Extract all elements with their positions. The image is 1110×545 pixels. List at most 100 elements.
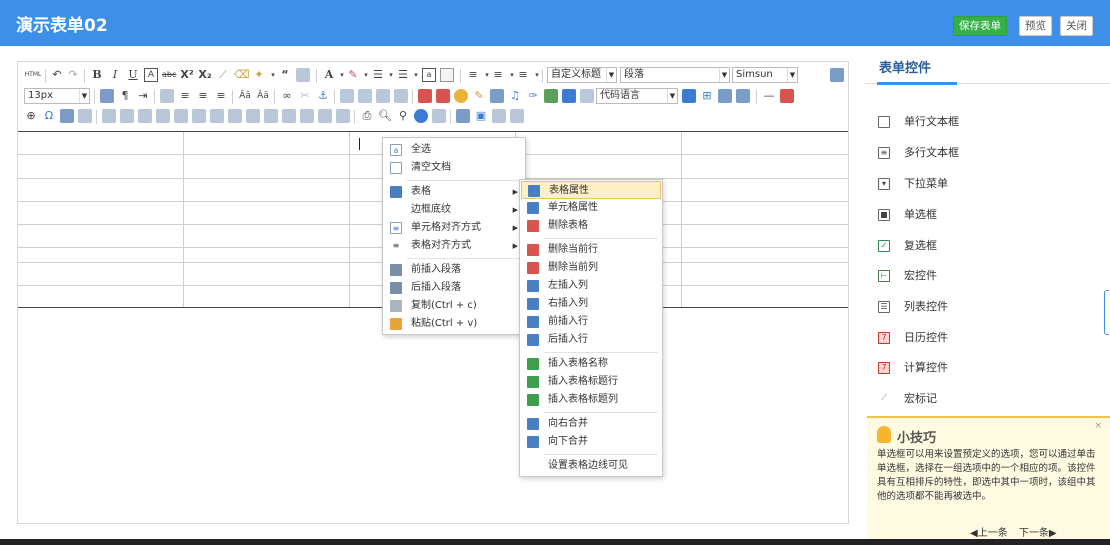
submenu-item-insert-row-before[interactable]: 前插入行 (521, 313, 661, 331)
strikethrough-icon[interactable]: abc (162, 68, 176, 82)
indent-icon[interactable]: ⇥ (136, 89, 150, 103)
split-cols-icon[interactable] (318, 109, 332, 123)
menu-item-copy[interactable]: 复制(Ctrl + c) (384, 297, 524, 315)
delete-table-toolbar-icon[interactable] (120, 109, 134, 123)
insert-row-toolbar-icon[interactable] (156, 109, 170, 123)
custom-heading-select[interactable]: 自定义标题 ▼ (547, 67, 617, 83)
submenu-item-delete-row[interactable]: 删除当前行 (521, 241, 661, 259)
attachment-icon[interactable]: ✑ (526, 89, 540, 103)
menu-item-paste[interactable]: 粘贴(Ctrl + v) (384, 315, 524, 333)
split-cells-icon[interactable] (282, 109, 296, 123)
image-right-icon[interactable] (376, 89, 390, 103)
code-language-select[interactable]: 代码语言 ▼ (596, 88, 678, 104)
image-left-icon[interactable] (358, 89, 372, 103)
submenu-item-show-borders[interactable]: 设置表格边线可见 (521, 457, 661, 475)
redo-icon[interactable]: ↷ (66, 68, 80, 82)
gmap-icon[interactable] (562, 89, 576, 103)
submenu-item-insert-column-left[interactable]: 左插入列 (521, 277, 661, 295)
submenu-item-table-properties[interactable]: 表格属性 (521, 181, 661, 199)
align-left-icon[interactable] (160, 89, 174, 103)
ordered-list-icon[interactable]: ☰ (371, 68, 385, 82)
image-center-icon[interactable] (394, 89, 408, 103)
font-size-select[interactable]: 13px ▼ (24, 88, 90, 104)
align-justify-icon[interactable]: ≡ (214, 89, 228, 103)
submenu-item-insert-row-after[interactable]: 后插入行 (521, 331, 661, 349)
tips-next-link[interactable]: 下一条▶ (1019, 528, 1057, 539)
map-icon[interactable] (544, 89, 558, 103)
insert-table-icon[interactable] (102, 109, 116, 123)
submenu-item-insert-column-right[interactable]: 右插入列 (521, 295, 661, 313)
submenu-item-merge-right[interactable]: 向右合并 (521, 415, 661, 433)
direction-rtl-icon[interactable]: ¶ (118, 89, 132, 103)
time-icon[interactable]: ⊕ (24, 109, 38, 123)
horizontal-line-icon[interactable]: — (762, 89, 776, 103)
submenu-item-merge-down[interactable]: 向下合并 (521, 433, 661, 451)
paste-plain-icon[interactable] (296, 68, 310, 82)
highlight-color-icon[interactable]: ✎ (346, 68, 360, 82)
eraser-icon[interactable]: ⌫ (234, 68, 250, 82)
unlink-icon[interactable]: ✂ (298, 89, 312, 103)
font-border-icon[interactable]: A (144, 68, 158, 82)
insert-col-toolbar-icon[interactable] (192, 109, 206, 123)
line-height-icon[interactable]: ≡ (516, 68, 530, 82)
pdf-icon[interactable] (492, 109, 506, 123)
preview-button[interactable]: 预览 (1019, 16, 1052, 36)
bold-icon[interactable]: B (90, 68, 104, 82)
menu-item-cell-align[interactable]: ≡ 单元格对齐方式 ▶ (384, 219, 524, 237)
case-lower-icon[interactable]: Âä (256, 89, 270, 103)
align-right-icon[interactable]: ≡ (196, 89, 210, 103)
drafts-icon[interactable] (456, 109, 470, 123)
submenu-item-insert-caption[interactable]: 插入表格名称 (521, 355, 661, 373)
help-icon[interactable] (414, 109, 428, 123)
save-form-button[interactable]: 保存表单 (953, 16, 1007, 36)
menu-item-select-all[interactable]: a 全选 (384, 141, 524, 159)
background-icon[interactable] (718, 89, 732, 103)
case-upper-icon[interactable]: Ââ (238, 89, 252, 103)
delete-row-toolbar-icon[interactable] (174, 109, 188, 123)
submenu-item-insert-title-column[interactable]: 插入表格标题列 (521, 391, 661, 409)
select-all-icon[interactable]: a (422, 68, 436, 82)
emotion-icon[interactable] (454, 89, 468, 103)
unordered-list-dropdown-icon[interactable]: ▾ (409, 68, 423, 82)
anchor-icon[interactable]: ⚓ (316, 89, 330, 103)
webapp-icon[interactable] (736, 89, 750, 103)
html-source-icon[interactable]: HTML (24, 68, 42, 82)
delete-col-toolbar-icon[interactable] (210, 109, 224, 123)
unordered-list-icon[interactable]: ☰ (396, 68, 410, 82)
align-center-icon[interactable]: ≡ (178, 89, 192, 103)
undo-icon[interactable]: ↶ (50, 68, 64, 82)
auto-format-icon[interactable]: ✦ (252, 68, 266, 82)
tips-close-button[interactable]: × (1094, 421, 1102, 431)
insert-video-icon[interactable] (490, 89, 504, 103)
menu-item-insert-paragraph-after[interactable]: 后插入段落 (384, 279, 524, 297)
subscript-icon[interactable]: X₂ (198, 68, 212, 82)
insert-frame-icon[interactable] (580, 89, 594, 103)
format-match-icon[interactable]: ⟋ (216, 68, 230, 82)
merge-down-toolbar-icon[interactable] (264, 109, 278, 123)
menu-item-table-align[interactable]: ≡ 表格对齐方式 ▶ (384, 237, 524, 255)
menu-item-table[interactable]: 表格 ▶ (384, 183, 524, 201)
paragraph-format-select[interactable]: 段落 ▼ (620, 67, 730, 83)
date-icon[interactable] (780, 89, 794, 103)
chart-icon[interactable] (336, 109, 350, 123)
superscript-icon[interactable]: X² (180, 68, 194, 82)
print-icon[interactable]: ⎙ (360, 109, 374, 123)
font-color-icon[interactable]: A (322, 68, 336, 82)
submenu-item-insert-title-row[interactable]: 插入表格标题行 (521, 373, 661, 391)
draft-icon[interactable] (432, 109, 446, 123)
word-image-icon[interactable] (78, 109, 92, 123)
page-break-icon[interactable] (682, 89, 696, 103)
word-icon[interactable] (510, 109, 524, 123)
insert-image-icon[interactable] (418, 89, 432, 103)
insert-multi-image-icon[interactable] (436, 89, 450, 103)
font-family-select[interactable]: Simsun ▼ (732, 67, 798, 83)
close-button[interactable]: 关闭 (1060, 16, 1093, 36)
save-doc-icon[interactable]: ▣ (474, 109, 488, 123)
panel-toggle-handle[interactable] (1104, 290, 1109, 335)
fullscreen-icon[interactable] (830, 68, 844, 82)
insert-paragraph-before-table-icon[interactable] (138, 109, 152, 123)
blockquote-icon[interactable]: “ (278, 68, 292, 82)
italic-icon[interactable]: I (108, 68, 122, 82)
music-icon[interactable]: ♫ (508, 89, 522, 103)
row-spacing-top-icon[interactable]: ≡ (466, 68, 480, 82)
